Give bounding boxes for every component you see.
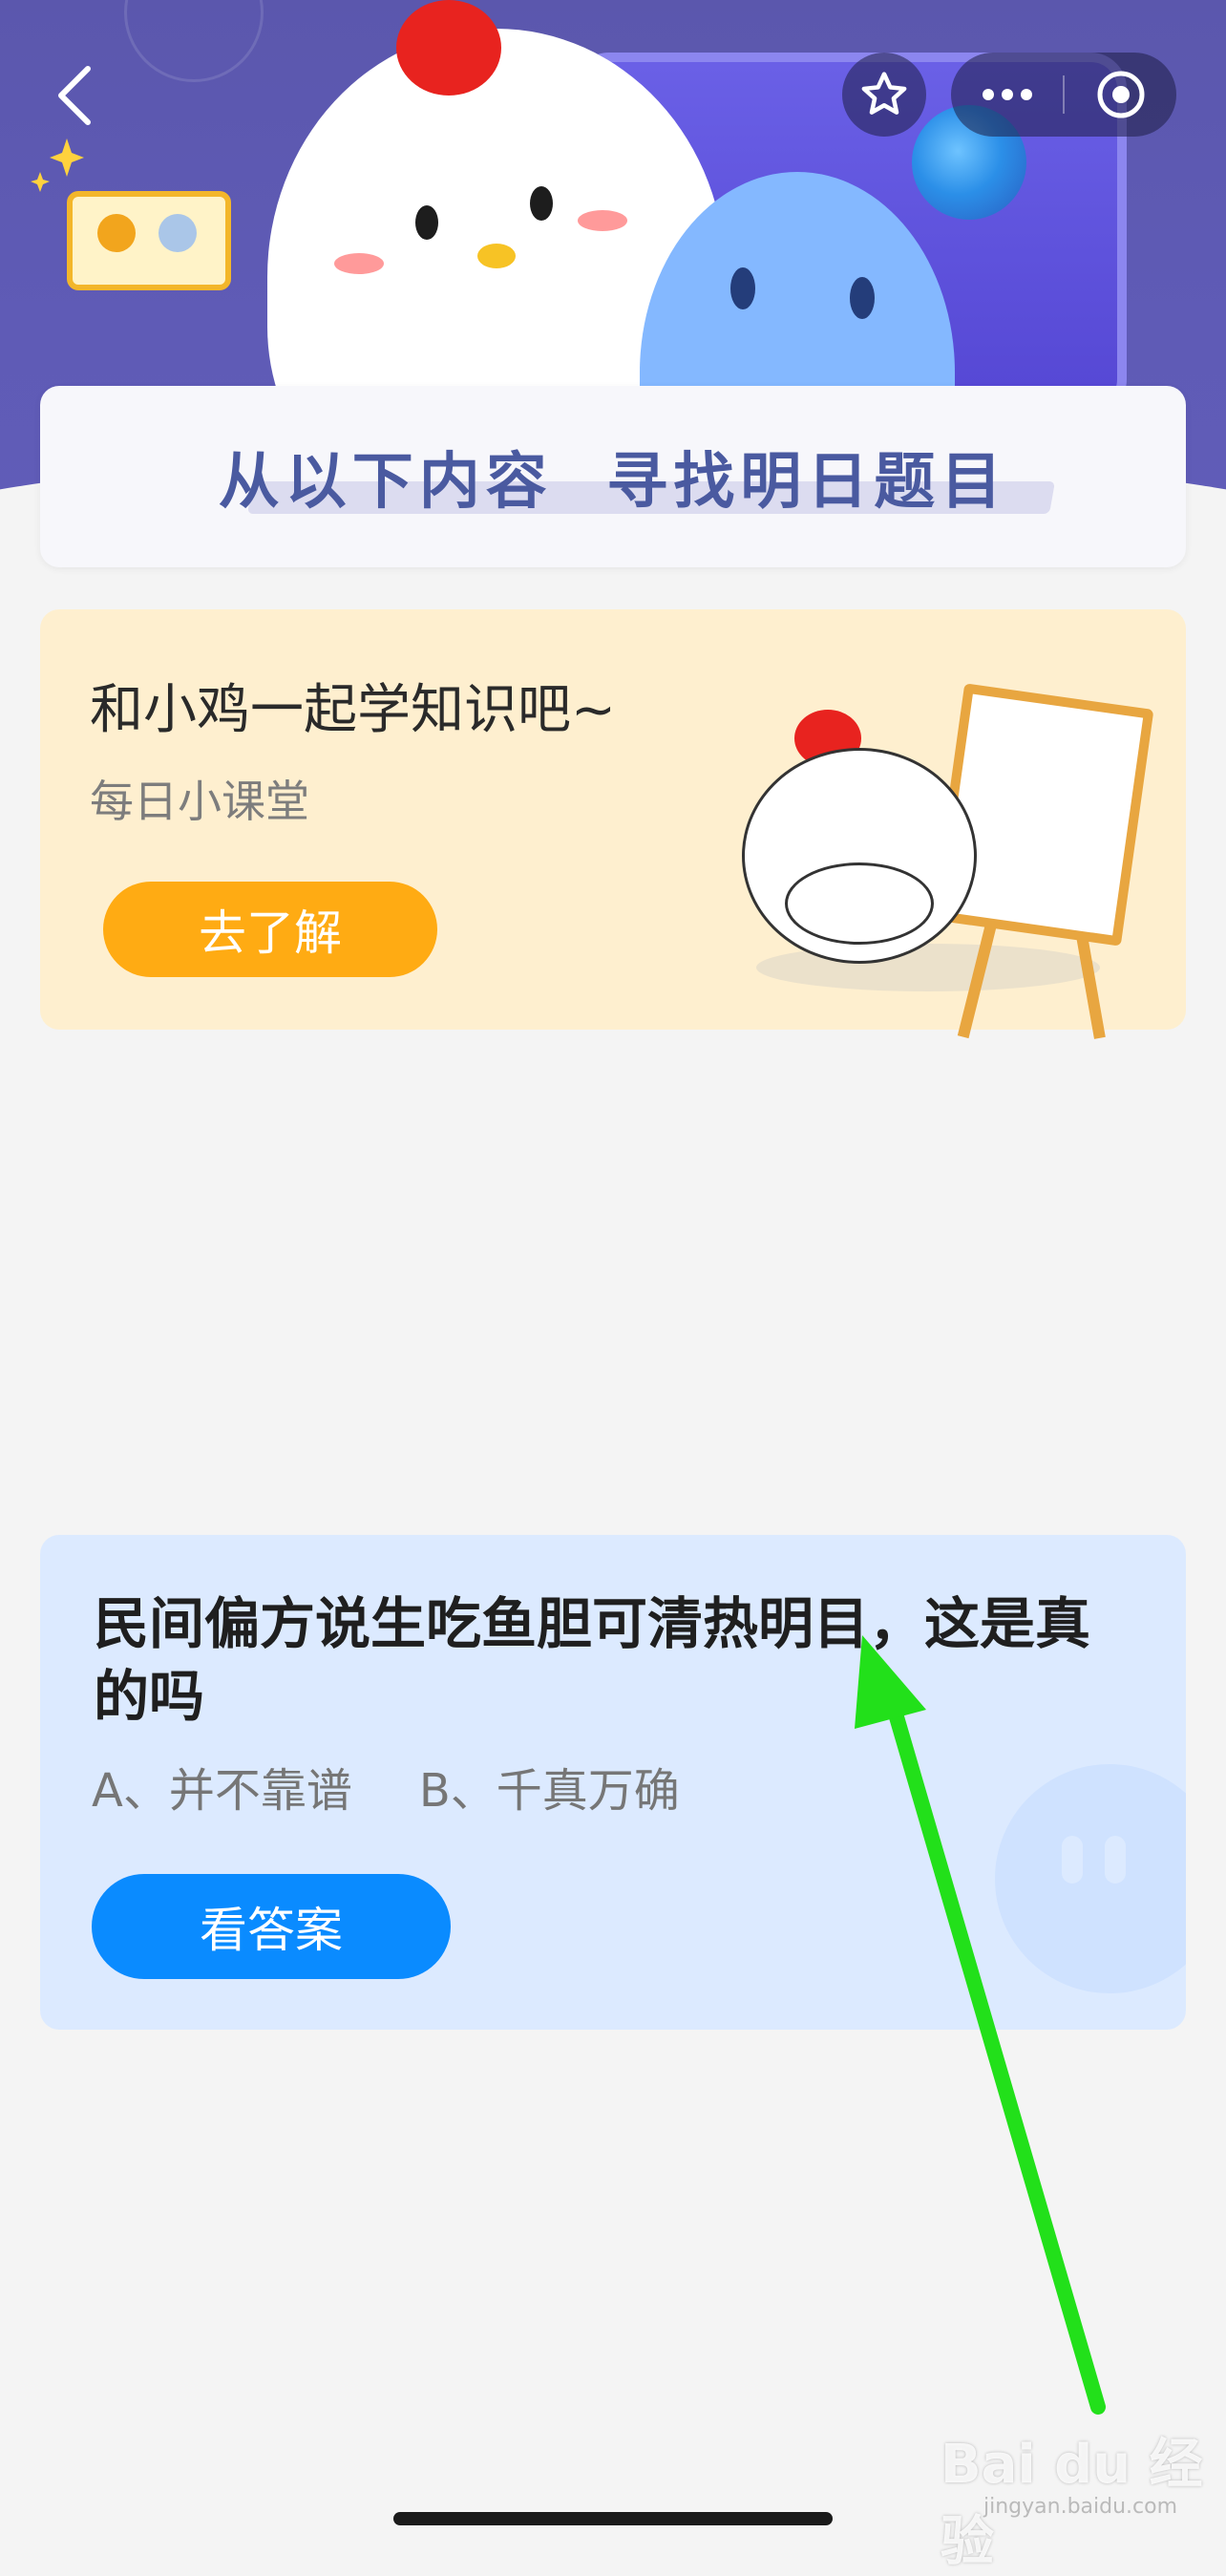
lesson-card-subtitle: 每日小课堂 (90, 776, 309, 827)
daily-lesson-card: 和小鸡一起学知识吧~ 每日小课堂 去了解 (40, 609, 1186, 1039)
alien-eye (850, 277, 875, 319)
sparkle-icon (31, 138, 84, 192)
chicken-cheek (334, 253, 384, 274)
chicken-comb (396, 0, 501, 96)
tomorrow-question-card: 民间偏方说生吃鱼胆可清热明目，这是真的吗 A、并不靠谱 B、千真万确 看答案 (40, 1535, 1186, 2030)
view-answer-button[interactable]: 看答案 (92, 1874, 451, 1979)
palette-illustration (785, 862, 934, 945)
chevron-left-icon (58, 66, 91, 125)
learn-more-button[interactable]: 去了解 (103, 882, 437, 977)
bubble-dot (1062, 1836, 1083, 1884)
silver-medal-icon (159, 214, 197, 252)
option-b[interactable]: B、千真万确 (419, 1753, 680, 1820)
watermark-url: jingyan.baidu.com (983, 2495, 1178, 2519)
favorite-button[interactable] (842, 53, 926, 137)
chicken-eye (530, 186, 553, 221)
chicken-beak (477, 244, 516, 268)
bubble-dot (1105, 1836, 1126, 1884)
decor-circle (124, 0, 264, 82)
section-banner: 从以下内容 寻找明日题目 (40, 386, 1186, 567)
chicken-eye (415, 205, 438, 240)
medal-board-icon (67, 191, 231, 290)
mini-program-capsule (951, 53, 1176, 137)
back-button[interactable] (48, 57, 105, 134)
option-a[interactable]: A、并不靠谱 (92, 1753, 352, 1820)
close-mini-program-button[interactable] (1065, 53, 1176, 137)
target-circle-icon (1097, 71, 1144, 118)
ellipsis-icon (982, 89, 1032, 100)
chicken-cheek (578, 210, 627, 231)
banner-title: 从以下内容 寻找明日题目 (218, 447, 1008, 518)
gold-medal-icon (97, 214, 136, 252)
answer-options: A、并不靠谱 B、千真万确 (92, 1753, 680, 1820)
star-icon (861, 72, 907, 115)
more-button[interactable] (951, 53, 1063, 137)
chat-bubble-decoration (995, 1764, 1186, 1993)
question-text: 民间偏方说生吃鱼胆可清热明目，这是真的吗 (94, 1591, 1091, 1729)
home-indicator[interactable] (393, 2512, 833, 2525)
alien-eye (730, 267, 755, 309)
lesson-card-title: 和小鸡一起学知识吧~ (90, 679, 616, 741)
